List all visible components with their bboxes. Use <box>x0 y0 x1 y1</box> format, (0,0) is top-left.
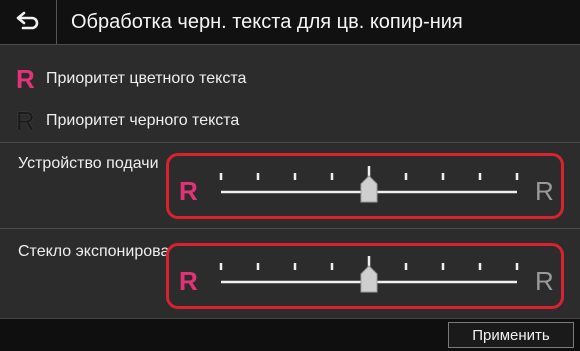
feeder-label: Устройство подачи <box>18 155 159 172</box>
black-text-icon: R <box>16 106 35 136</box>
color-text-icon: R <box>179 266 198 296</box>
page-title: Обработка черн. текста для цв. копир-ния <box>71 10 463 33</box>
footer-bar: Применить <box>0 318 580 351</box>
black-text-icon: R <box>535 266 554 296</box>
legend-black-priority: R Приоритет черного текста <box>16 100 246 142</box>
glass-panel: Стекло экспонирования RR <box>0 229 580 317</box>
color-text-icon: R <box>179 176 198 206</box>
slider-tick <box>256 263 260 270</box>
legend-black-label: Приоритет черного текста <box>46 112 240 129</box>
black-text-icon: R <box>535 176 554 206</box>
slider-tick <box>515 263 519 270</box>
slider-tick <box>293 263 297 270</box>
slider-thumb[interactable] <box>360 265 378 293</box>
slider-tick <box>478 173 482 180</box>
screen: Обработка черн. текста для цв. копир-ния… <box>0 0 580 351</box>
back-button[interactable] <box>0 0 57 44</box>
slider-tick <box>256 173 260 180</box>
glass-slider[interactable]: RR <box>166 243 564 309</box>
slider-tick <box>330 263 334 270</box>
slider-tick <box>219 173 223 180</box>
slider-tick <box>478 263 482 270</box>
color-text-icon: R <box>16 64 35 94</box>
back-arrow-icon <box>15 9 41 36</box>
legend-color-priority: R Приоритет цветного текста <box>16 58 246 100</box>
slider-tick <box>441 173 445 180</box>
apply-button[interactable]: Применить <box>448 322 574 348</box>
slider-tick <box>330 173 334 180</box>
slider-tick <box>293 173 297 180</box>
header-bar: Обработка черн. текста для цв. копир-ния <box>0 0 580 45</box>
feeder-slider[interactable]: RR <box>166 153 564 219</box>
feeder-panel: Устройство подачи RR <box>0 143 580 227</box>
slider-tick <box>441 263 445 270</box>
slider-tick <box>515 173 519 180</box>
slider-tick <box>404 263 408 270</box>
slider-tick <box>219 263 223 270</box>
legend-color-label: Приоритет цветного текста <box>46 70 247 87</box>
legend: R Приоритет цветного текста R Приоритет … <box>16 58 246 142</box>
slider-tick <box>404 173 408 180</box>
slider-thumb[interactable] <box>360 175 378 203</box>
